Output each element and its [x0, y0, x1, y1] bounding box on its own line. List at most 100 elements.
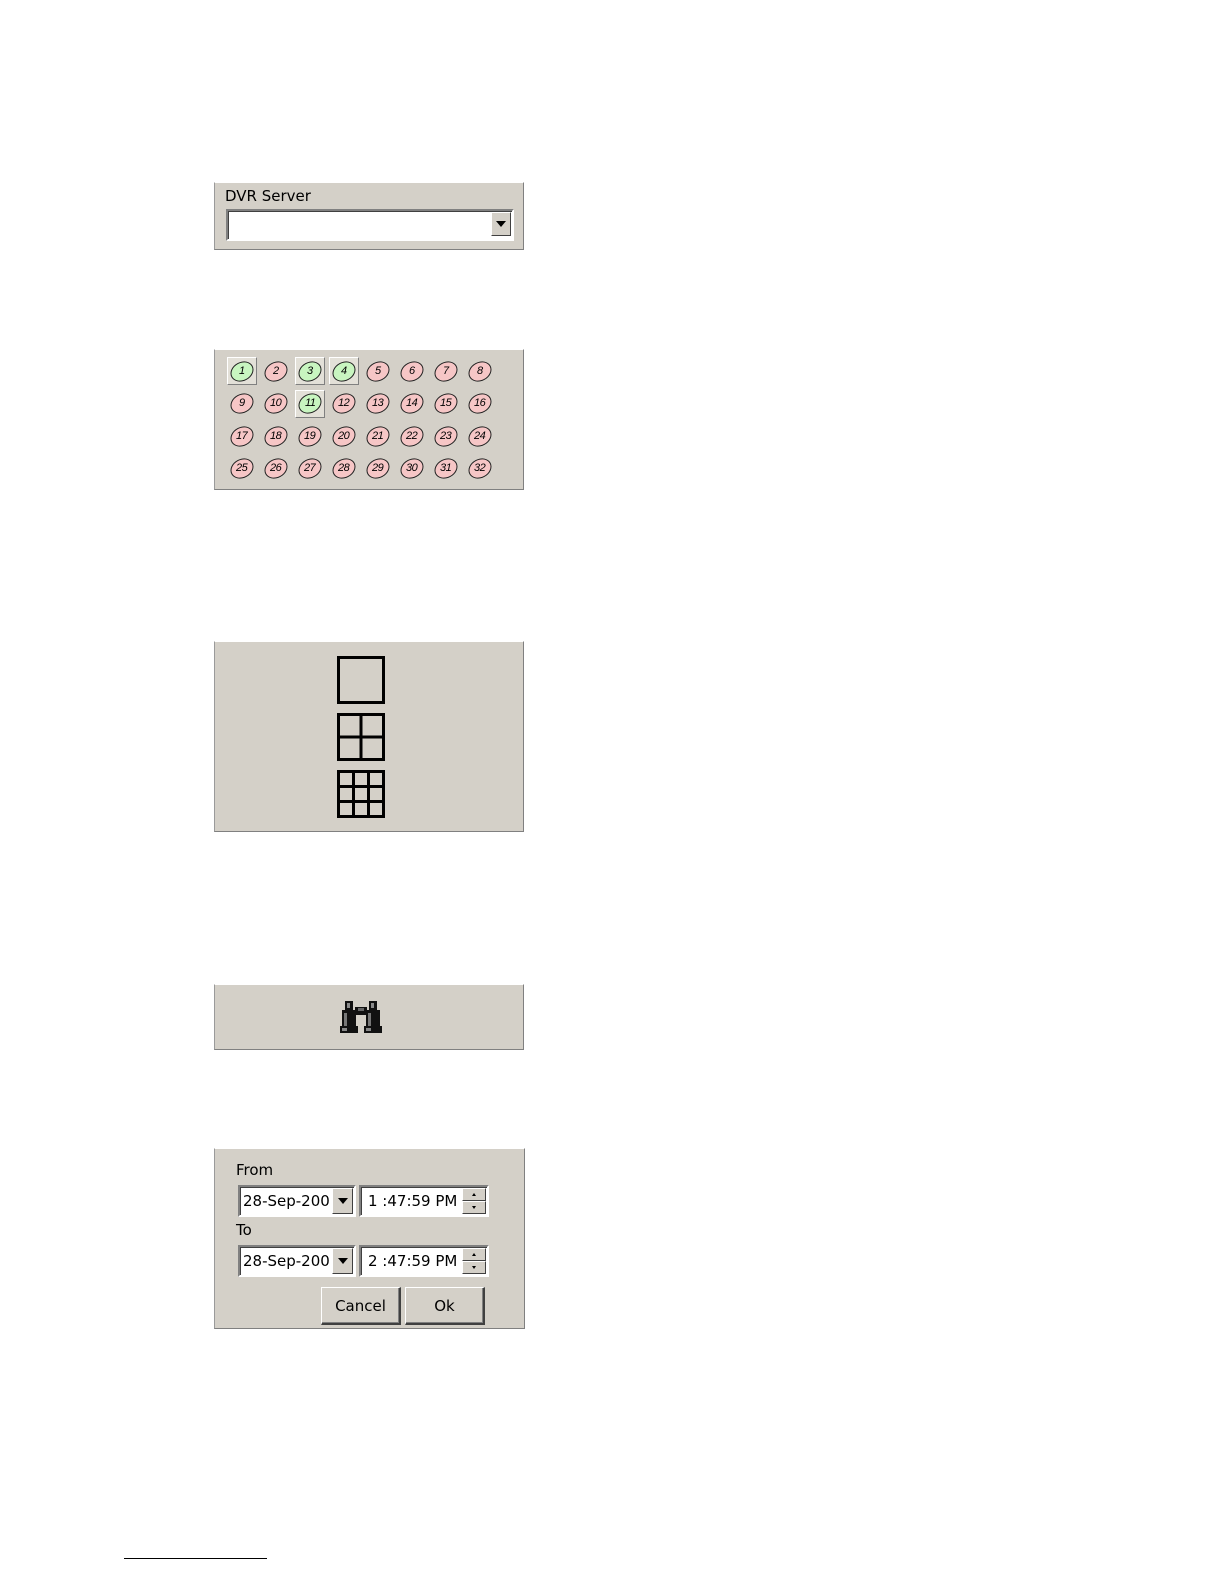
- camera-number: 8: [477, 364, 483, 377]
- camera-number: 28: [338, 462, 350, 474]
- camera-button[interactable]: 29: [362, 454, 394, 483]
- camera-button[interactable]: 31: [430, 454, 462, 483]
- camera-button[interactable]: 30: [396, 454, 428, 483]
- camera-icon: 8: [464, 356, 496, 386]
- camera-button[interactable]: 16: [464, 389, 496, 418]
- camera-button[interactable]: 25: [226, 454, 258, 483]
- to-time-spinner[interactable]: [462, 1248, 486, 1274]
- dvr-server-select[interactable]: [226, 209, 514, 241]
- to-time-picker[interactable]: 2 :47:59 PM: [359, 1245, 489, 1277]
- camera-button[interactable]: 4: [328, 356, 360, 386]
- camera-icon: 7: [430, 356, 462, 386]
- camera-number: 26: [270, 462, 282, 474]
- camera-number: 16: [474, 397, 486, 409]
- camera-icon: 32: [464, 454, 496, 483]
- time-range-panel: From 28-Sep-200 1 :47:59 PM To 28-Sep-20…: [214, 1148, 525, 1329]
- arrow-down-icon: [472, 1266, 476, 1269]
- camera-number: 21: [372, 429, 384, 442]
- ok-button[interactable]: Ok: [405, 1287, 485, 1325]
- dvr-server-dropdown-button[interactable]: [491, 212, 511, 236]
- camera-number: 27: [304, 462, 316, 474]
- dvr-server-label: DVR Server: [225, 187, 311, 205]
- to-date-picker[interactable]: 28-Sep-200: [238, 1245, 356, 1277]
- dvr-server-panel: DVR Server: [214, 182, 524, 250]
- camera-button[interactable]: 1: [226, 356, 258, 386]
- camera-number: 24: [474, 429, 486, 442]
- camera-number: 30: [406, 462, 418, 474]
- camera-button[interactable]: 14: [396, 389, 428, 418]
- camera-button[interactable]: 12: [328, 389, 360, 418]
- camera-number: 18: [270, 429, 282, 442]
- camera-button[interactable]: 32: [464, 454, 496, 483]
- camera-number: 23: [440, 429, 452, 442]
- camera-number: 6: [409, 364, 415, 377]
- camera-number: 20: [338, 429, 350, 442]
- camera-number: 10: [270, 397, 282, 409]
- from-date-picker[interactable]: 28-Sep-200: [238, 1185, 356, 1217]
- from-label: From: [236, 1161, 274, 1179]
- camera-number: 5: [375, 364, 381, 377]
- camera-button[interactable]: 19: [294, 421, 326, 451]
- camera-number: 3: [307, 364, 313, 377]
- camera-number: 32: [474, 462, 486, 474]
- camera-button[interactable]: 23: [430, 421, 462, 451]
- camera-button[interactable]: 8: [464, 356, 496, 386]
- from-time-spinner[interactable]: [462, 1188, 486, 1214]
- camera-button[interactable]: 5: [362, 356, 394, 386]
- camera-button[interactable]: 22: [396, 421, 428, 451]
- camera-number: 1: [239, 364, 245, 377]
- camera-button[interactable]: 3: [294, 356, 326, 386]
- spin-down-button[interactable]: [462, 1261, 486, 1274]
- camera-number: 11: [304, 397, 316, 410]
- camera-icon: 25: [226, 454, 258, 483]
- from-date-dropdown-button[interactable]: [332, 1188, 353, 1214]
- camera-icon: 11: [294, 389, 326, 418]
- chevron-down-icon: [337, 1198, 348, 1204]
- footnote-divider: [124, 1558, 267, 1559]
- camera-button[interactable]: 10: [260, 389, 292, 418]
- spin-down-button[interactable]: [462, 1201, 486, 1214]
- to-time-value: 2 :47:59 PM: [368, 1252, 458, 1270]
- spin-up-button[interactable]: [462, 1248, 486, 1261]
- camera-icon: 9: [226, 389, 258, 418]
- camera-number: 17: [236, 429, 248, 442]
- spin-up-button[interactable]: [462, 1188, 486, 1201]
- binoculars-icon[interactable]: [335, 997, 387, 1037]
- camera-number: 19: [304, 429, 316, 442]
- camera-icon: 24: [464, 421, 496, 451]
- from-time-picker[interactable]: 1 :47:59 PM: [359, 1185, 489, 1217]
- chevron-down-icon: [496, 221, 506, 227]
- camera-button[interactable]: 11: [294, 389, 326, 418]
- cancel-button[interactable]: Cancel: [321, 1287, 401, 1325]
- single-view-icon[interactable]: [337, 656, 385, 704]
- camera-number: 31: [440, 462, 452, 474]
- camera-icon: 17: [226, 421, 258, 451]
- camera-button[interactable]: 28: [328, 454, 360, 483]
- camera-button[interactable]: 7: [430, 356, 462, 386]
- to-date-dropdown-button[interactable]: [332, 1248, 353, 1274]
- camera-icon: 22: [396, 421, 428, 451]
- nine-view-icon[interactable]: [337, 770, 385, 818]
- to-label: To: [236, 1221, 252, 1239]
- camera-number: 22: [406, 429, 418, 442]
- quad-view-icon[interactable]: [337, 713, 385, 761]
- camera-icon: 1: [226, 356, 258, 386]
- camera-button[interactable]: 26: [260, 454, 292, 483]
- camera-button[interactable]: 18: [260, 421, 292, 451]
- camera-button[interactable]: 2: [260, 356, 292, 386]
- camera-button[interactable]: 9: [226, 389, 258, 418]
- camera-button[interactable]: 20: [328, 421, 360, 451]
- camera-icon: 26: [260, 454, 292, 483]
- camera-button[interactable]: 13: [362, 389, 394, 418]
- camera-number: 15: [440, 397, 452, 409]
- camera-number: 25: [236, 462, 248, 474]
- camera-number: 9: [239, 397, 245, 409]
- camera-button[interactable]: 17: [226, 421, 258, 451]
- camera-button[interactable]: 6: [396, 356, 428, 386]
- camera-button[interactable]: 15: [430, 389, 462, 418]
- camera-button[interactable]: 21: [362, 421, 394, 451]
- camera-button[interactable]: 27: [294, 454, 326, 483]
- from-time-value: 1 :47:59 PM: [368, 1192, 458, 1210]
- camera-button[interactable]: 24: [464, 421, 496, 451]
- search-panel: [214, 984, 524, 1050]
